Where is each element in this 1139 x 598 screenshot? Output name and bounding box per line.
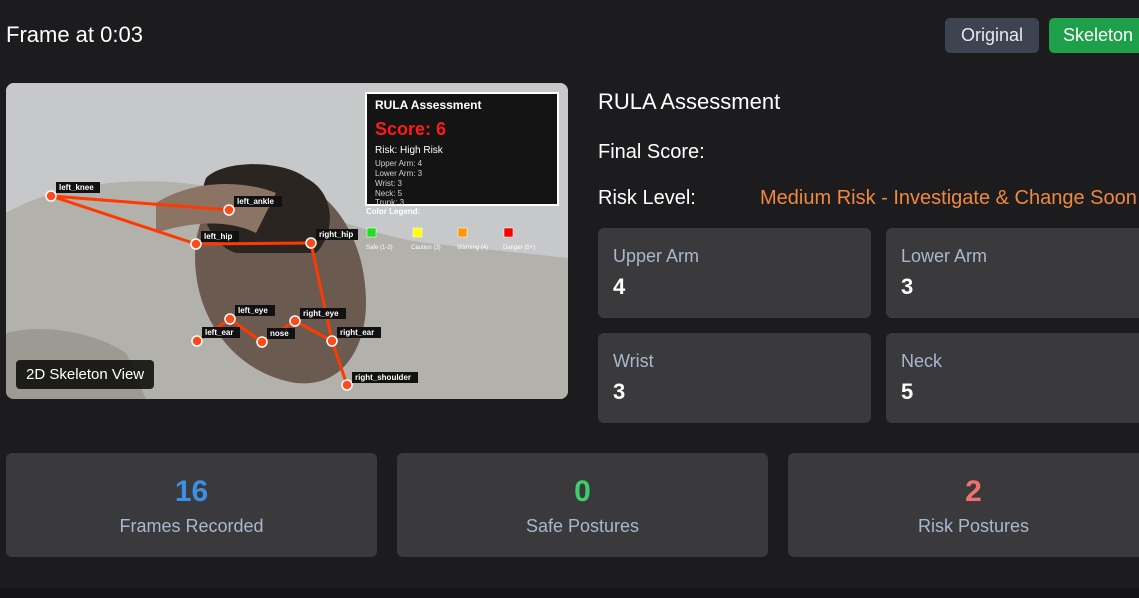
- joint-left-hip: [190, 238, 202, 250]
- stat-card-frames: 16 Frames Recorded: [6, 453, 377, 557]
- label-right-eye: right_eye: [303, 309, 339, 318]
- final-score-label: Final Score:: [598, 141, 705, 163]
- joint-left-ankle: [223, 204, 235, 216]
- metric-label: Upper Arm: [613, 246, 700, 266]
- legend-label-caution: Caution (3): [411, 245, 441, 251]
- legend-swatch-danger: [503, 227, 514, 238]
- label-left-ankle: left_ankle: [237, 197, 274, 206]
- legend-swatch-warning: [457, 227, 468, 238]
- joint-right-hip: [305, 237, 317, 249]
- joint-left-eye: [224, 313, 236, 325]
- joint-right-ear: [326, 335, 338, 347]
- stat-value-frames: 16: [174, 475, 209, 508]
- label-left-ear: left_ear: [205, 328, 233, 337]
- legend-swatch-caution: [412, 227, 423, 238]
- frame-title: Frame at 0:03: [6, 22, 143, 47]
- label-left-hip: left_hip: [204, 232, 233, 241]
- stat-label-risk: Risk Postures: [917, 516, 1030, 536]
- label-right-ear: right_ear: [340, 328, 374, 337]
- label-right-shoulder: right_shoulder: [355, 373, 411, 382]
- stat-label-safe: Safe Postures: [525, 516, 640, 536]
- metric-value: 4: [613, 274, 626, 299]
- risk-level-value: Medium Risk - Investigate & Change Soon: [760, 187, 1137, 209]
- skeleton-overlay: RULA Assessment Score: 6 Risk: High Risk…: [6, 83, 568, 399]
- label-right-hip: right_hip: [319, 230, 353, 239]
- joint-left-ear: [191, 335, 203, 347]
- metric-value: 5: [901, 379, 914, 404]
- stat-card-risk: 2 Risk Postures: [788, 453, 1139, 557]
- metric-value: 3: [613, 379, 626, 404]
- overlay-detail: Neck: 5: [375, 189, 403, 198]
- overlay-score: Score: 6: [375, 119, 446, 139]
- overlay-detail: Trunk: 3: [375, 198, 405, 207]
- metric-label: Neck: [901, 351, 943, 371]
- legend-title: Color Legend:: [366, 207, 420, 216]
- skeleton-view-button[interactable]: Skeleton: [1049, 18, 1139, 53]
- legend-label-danger: Danger (5+): [503, 245, 535, 251]
- label-left-knee: left_knee: [59, 183, 94, 192]
- view-toggle: Original Skeleton: [945, 18, 1139, 53]
- overlay-detail: Upper Arm: 4: [375, 159, 423, 168]
- legend-label-safe: Safe (1-2): [366, 245, 393, 251]
- label-left-eye: left_eye: [238, 306, 268, 315]
- overlay-risk: Risk: High Risk: [375, 145, 444, 156]
- joint-nose: [256, 336, 268, 348]
- joint-right-eye: [289, 315, 301, 327]
- metric-card-neck: Neck 5: [886, 333, 1139, 423]
- overlay-detail: Lower Arm: 3: [375, 169, 423, 178]
- stat-value-safe: 0: [574, 475, 591, 508]
- frame-detail-page: Frame at 0:03 Original Skeleton RULA Ass…: [0, 0, 1139, 598]
- bottom-bar: [0, 588, 1139, 598]
- label-nose: nose: [270, 329, 289, 338]
- overlay-title: RULA Assessment: [375, 98, 481, 112]
- view-mode-label: 2D Skeleton View: [16, 360, 155, 389]
- metric-label: Wrist: [613, 351, 654, 371]
- metric-card-lower-arm: Lower Arm 3: [886, 228, 1139, 318]
- legend-label-warning: Warning (4): [457, 245, 488, 251]
- metric-card-upper-arm: Upper Arm 4: [598, 228, 871, 318]
- skeleton-video-frame: RULA Assessment Score: 6 Risk: High Risk…: [6, 83, 568, 399]
- joint-right-shoulder: [341, 379, 353, 391]
- metric-value: 3: [901, 274, 914, 299]
- stat-card-safe: 0 Safe Postures: [397, 453, 768, 557]
- stat-value-risk: 2: [965, 475, 982, 508]
- metric-label: Lower Arm: [901, 246, 988, 266]
- metric-card-wrist: Wrist 3: [598, 333, 871, 423]
- original-view-button[interactable]: Original: [945, 18, 1039, 53]
- stat-label-frames: Frames Recorded: [119, 516, 264, 536]
- overlay-detail: Wrist: 3: [375, 179, 403, 188]
- rula-title: RULA Assessment: [598, 89, 781, 114]
- joint-left-knee: [45, 190, 57, 202]
- legend-swatch-safe: [366, 227, 377, 238]
- risk-level-label: Risk Level:: [598, 187, 696, 209]
